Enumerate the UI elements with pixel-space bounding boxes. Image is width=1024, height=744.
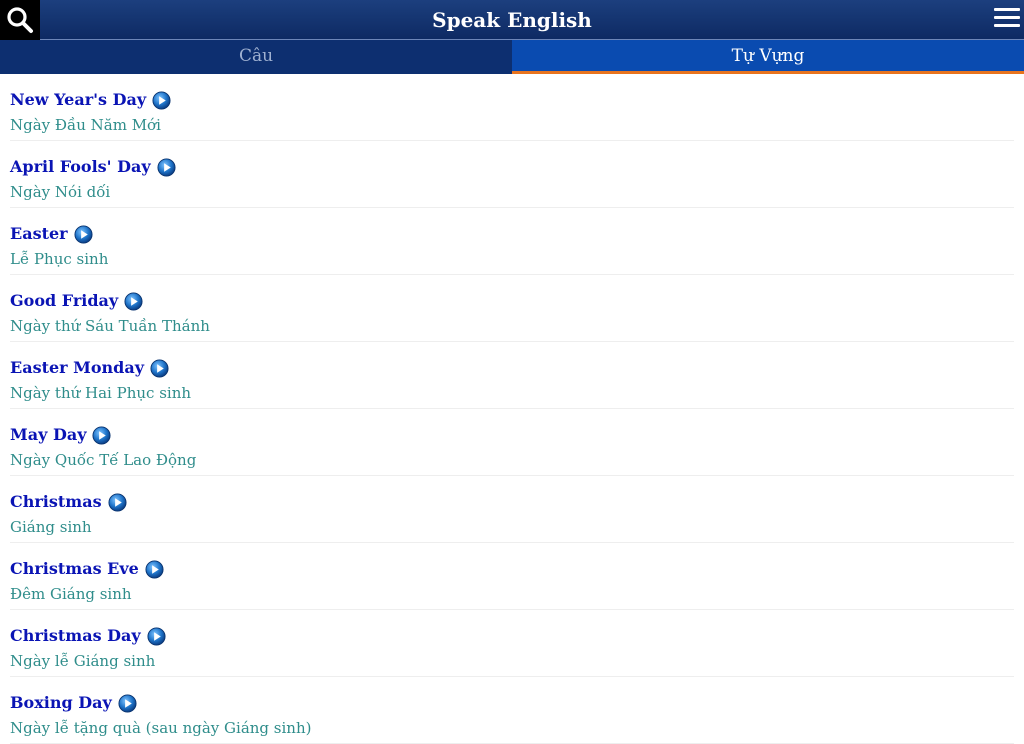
english-row: Good Friday: [10, 291, 143, 311]
english-term: Christmas Eve: [10, 559, 139, 578]
english-row: Easter Monday: [10, 358, 169, 378]
list-item[interactable]: New Year's Day Ngày Đầu Năm Mới: [10, 74, 1014, 141]
english-term: Easter: [10, 224, 68, 243]
vietnamese-translation: Đêm Giáng sinh: [10, 585, 132, 603]
play-audio-icon[interactable]: [124, 291, 143, 311]
english-term: Boxing Day: [10, 693, 112, 712]
app-title: Speak English: [432, 8, 592, 32]
vocabulary-list: New Year's Day Ngày Đầu Năm Mới April Fool…: [10, 74, 1014, 744]
english-term: New Year's Day: [10, 90, 147, 109]
play-audio-icon[interactable]: [108, 492, 127, 512]
english-term: April Fools' Day: [10, 157, 151, 176]
vietnamese-translation: Ngày thứ Hai Phục sinh: [10, 384, 192, 402]
tab-bar: Câu Tự Vựng: [0, 40, 1024, 74]
english-row: Christmas Eve: [10, 559, 164, 579]
tab-sentences[interactable]: Câu: [0, 40, 512, 74]
vietnamese-translation: Ngày lễ tặng quà (sau ngày Giáng sinh): [10, 719, 312, 737]
play-audio-icon[interactable]: [147, 626, 166, 646]
list-item[interactable]: Easter Lễ Phục sinh: [10, 208, 1014, 275]
play-audio-icon[interactable]: [152, 90, 171, 110]
tab-vocabulary[interactable]: Tự Vựng: [512, 40, 1024, 74]
english-row: May Day: [10, 425, 112, 445]
english-row: Christmas Day: [10, 626, 166, 646]
list-item[interactable]: Christmas Day Ngày lễ Giáng sinh: [10, 610, 1014, 677]
english-term: Christmas Day: [10, 626, 141, 645]
play-audio-icon[interactable]: [92, 425, 112, 445]
play-audio-icon[interactable]: [74, 224, 93, 244]
vietnamese-translation: Ngày Đầu Năm Mới: [10, 116, 161, 134]
english-row: Boxing Day: [10, 693, 137, 713]
hamburger-menu-icon: [994, 8, 1020, 11]
play-audio-icon[interactable]: [145, 559, 164, 579]
list-item[interactable]: May Day Ngày Quốc Tế Lao Động: [10, 409, 1014, 476]
list-item[interactable]: Easter Monday Ngày thứ Hai Phục sinh: [10, 342, 1014, 409]
english-term: Easter Monday: [10, 358, 145, 377]
vietnamese-translation: Ngày thứ Sáu Tuần Thánh: [10, 317, 210, 335]
play-audio-icon[interactable]: [157, 157, 176, 177]
english-row: Christmas: [10, 492, 127, 512]
english-row: New Year's Day: [10, 90, 171, 110]
english-term: Christmas: [10, 492, 102, 511]
english-row: April Fools' Day: [10, 157, 176, 177]
app-header: Speak English: [0, 0, 1024, 40]
list-item[interactable]: Good Friday Ngày thứ Sáu Tuần Thánh: [10, 275, 1014, 342]
list-item[interactable]: April Fools' Day Ngày Nói dối: [10, 141, 1014, 208]
list-item[interactable]: Christmas Giáng sinh: [10, 476, 1014, 543]
vietnamese-translation: Giáng sinh: [10, 518, 92, 536]
vietnamese-translation: Lễ Phục sinh: [10, 250, 109, 268]
english-row: Easter: [10, 224, 93, 244]
vietnamese-translation: Ngày Nói dối: [10, 183, 111, 201]
play-audio-icon[interactable]: [118, 693, 137, 713]
list-item[interactable]: Christmas Eve Đêm Giáng sinh: [10, 543, 1014, 610]
english-term: May Day: [10, 425, 87, 444]
english-term: Good Friday: [10, 291, 119, 310]
menu-button[interactable]: [994, 8, 1020, 30]
play-audio-icon[interactable]: [150, 358, 169, 378]
vietnamese-translation: Ngày lễ Giáng sinh: [10, 652, 156, 670]
vietnamese-translation: Ngày Quốc Tế Lao Động: [10, 451, 197, 469]
list-item[interactable]: Boxing Day Ngày lễ tặng quà (sau ngày Giá…: [10, 677, 1014, 744]
